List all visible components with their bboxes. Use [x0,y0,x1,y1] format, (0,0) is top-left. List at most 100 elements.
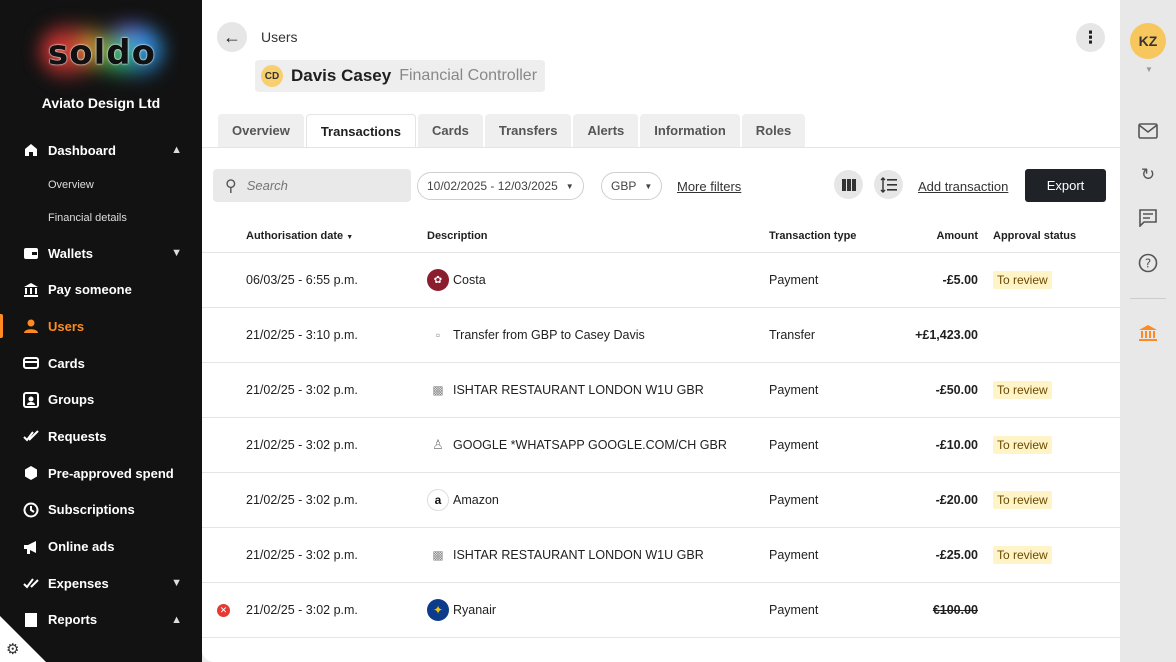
sort-caret-icon: ▼ [346,234,354,241]
row-amount: -£10.00 [935,438,978,452]
sidebar-item-label: Online ads [48,539,115,555]
date-range-value: 10/02/2025 - 12/03/2025 [427,179,558,193]
column-header-date[interactable]: Authorisation date ▼ [246,230,353,242]
status-badge: To review [993,491,1052,509]
status-badge: To review [993,546,1052,564]
row-type: Payment [769,383,819,397]
soldo-logo[interactable]: soldo [40,22,164,84]
tab-alerts[interactable]: Alerts [573,114,639,147]
refresh-icon[interactable]: ↻ [1136,163,1160,187]
tab-transactions[interactable]: Transactions [305,114,417,147]
density-button[interactable] [874,170,903,199]
row-type: Payment [769,273,819,287]
sidebar-item-groups[interactable]: Groups [0,381,202,418]
sidebar-item-label: Cards [48,355,85,371]
sidebar-item-pay-someone[interactable]: Pay someone [0,271,202,308]
row-date: 21/02/25 - 3:02 p.m. [246,548,358,562]
sidebar-item-wallets[interactable]: Wallets ▼ [0,235,202,272]
breadcrumb[interactable]: Users [261,29,298,45]
line-spacing-icon [880,176,897,193]
back-button[interactable]: ← [217,22,247,52]
transactions-table: Authorisation date ▼ Description Transac… [202,220,1120,638]
status-badge-text: To review [993,381,1052,399]
table-row[interactable]: 21/02/25 - 3:10 p.m. ▫ Transfer from GBP… [202,308,1120,363]
sidebar-item-online-ads[interactable]: Online ads [0,528,202,565]
table-row[interactable]: 21/02/25 - 3:02 p.m. ▩ ISHTAR RESTAURANT… [202,528,1120,583]
sidebar-item-cards[interactable]: Cards [0,345,202,382]
chevron-down-icon[interactable]: ▼ [1145,65,1153,74]
chevron-down-icon: ▼ [171,246,182,259]
card-icon [22,354,40,372]
search-box[interactable]: ⚲ [213,169,411,202]
sidebar-item-subscriptions[interactable]: Subscriptions [0,492,202,529]
row-description: ✿ Costa [427,269,486,291]
sidebar-item-label: Users [48,318,85,334]
sidebar-item-label: Expenses [48,575,109,591]
chat-icon[interactable] [1136,206,1160,230]
row-date: 21/02/25 - 3:02 p.m. [246,383,358,397]
chevron-up-icon: ▲ [171,613,182,626]
row-description: ▩ ISHTAR RESTAURANT LONDON W1U GBR [427,544,704,566]
tab-roles[interactable]: Roles [741,114,806,147]
reports-icon [22,611,40,629]
more-options-button[interactable]: ⋮ [1076,23,1105,52]
tab-overview[interactable]: Overview [218,114,304,147]
avatar: CD [261,65,283,87]
avatar[interactable]: KZ [1130,23,1166,59]
sidebar-item-expenses[interactable]: Expenses ▼ [0,565,202,602]
svg-text:?: ? [1145,257,1151,271]
table-row[interactable]: 21/02/25 - 3:02 p.m. ♙ GOOGLE *WHATSAPP … [202,418,1120,473]
currency-select[interactable]: GBP ▼ [601,172,663,200]
tab-cards[interactable]: Cards [418,114,483,147]
row-amount: -£50.00 [935,383,978,397]
bank-icon[interactable] [1136,321,1160,345]
sidebar: soldo Aviato Design Ltd Dashboard ▲ Over… [0,0,202,662]
table-row[interactable]: 21/02/25 - 3:02 p.m. ▩ ISHTAR RESTAURANT… [202,363,1120,418]
sidebar-item-overview[interactable]: Overview [0,169,202,202]
ryanair-logo-icon: ✦ [427,599,449,621]
sidebar-item-label: Groups [48,392,95,408]
mail-icon[interactable] [1136,119,1160,143]
sidebar-item-label: Requests [48,428,107,444]
table-row[interactable]: 06/03/25 - 6:55 p.m. ✿ Costa Payment -£5… [202,253,1120,308]
org-name: Aviato Design Ltd [41,95,161,111]
tab-transfers[interactable]: Transfers [484,114,572,147]
sidebar-item-reports[interactable]: Reports ▲ [0,602,202,639]
date-range-select[interactable]: 10/02/2025 - 12/03/2025 ▼ [417,172,584,200]
status-badge-text: To review [993,491,1052,509]
sidebar-item-dashboard[interactable]: Dashboard ▲ [0,132,202,169]
user-header: CD Davis Casey Financial Controller [255,60,546,92]
table-row[interactable]: ✕ 21/02/25 - 3:02 p.m. ✦ Ryanair Payment… [202,583,1120,638]
rail-divider [1130,298,1166,299]
row-date: 21/02/25 - 3:02 p.m. [246,438,358,452]
row-description-text: Ryanair [453,603,497,617]
sidebar-item-users[interactable]: Users [0,308,202,345]
search-input[interactable] [246,178,387,193]
row-amount: -£20.00 [935,493,978,507]
more-filters-link[interactable]: More filters [677,179,741,194]
hexagon-icon [22,464,40,482]
page-title: Davis Casey [291,66,392,85]
row-amount: +£1,423.00 [915,328,978,342]
sidebar-item-pre-approved-spend[interactable]: Pre-approved spend [0,455,202,492]
add-transaction-link[interactable]: Add transaction [918,179,1008,194]
row-description-text: ISHTAR RESTAURANT LONDON W1U GBR [453,548,704,562]
tab-information[interactable]: Information [640,114,740,147]
columns-button[interactable] [834,170,863,199]
table-row[interactable]: 21/02/25 - 3:02 p.m. a Amazon Payment -£… [202,473,1120,528]
sidebar-item-requests[interactable]: Requests [0,418,202,455]
tab-bar: Overview Transactions Cards Transfers Al… [218,114,807,147]
error-icon: ✕ [217,603,230,617]
table-header: Authorisation date ▼ Description Transac… [202,220,1120,253]
help-icon[interactable]: ? [1136,251,1160,275]
check-icon [22,427,40,445]
sidebar-item-financial-details[interactable]: Financial details [0,202,202,235]
logo-text: soldo [48,33,156,73]
status-badge-text: To review [993,546,1052,564]
sidebar-item-label: Wallets [48,245,94,261]
column-header-status: Approval status [993,230,1077,242]
user-role: Financial Controller [399,67,538,84]
sidebar-nav: Dashboard ▲ Overview Financial details W… [0,132,202,638]
export-button[interactable]: Export [1025,169,1106,202]
columns-icon [841,178,856,191]
